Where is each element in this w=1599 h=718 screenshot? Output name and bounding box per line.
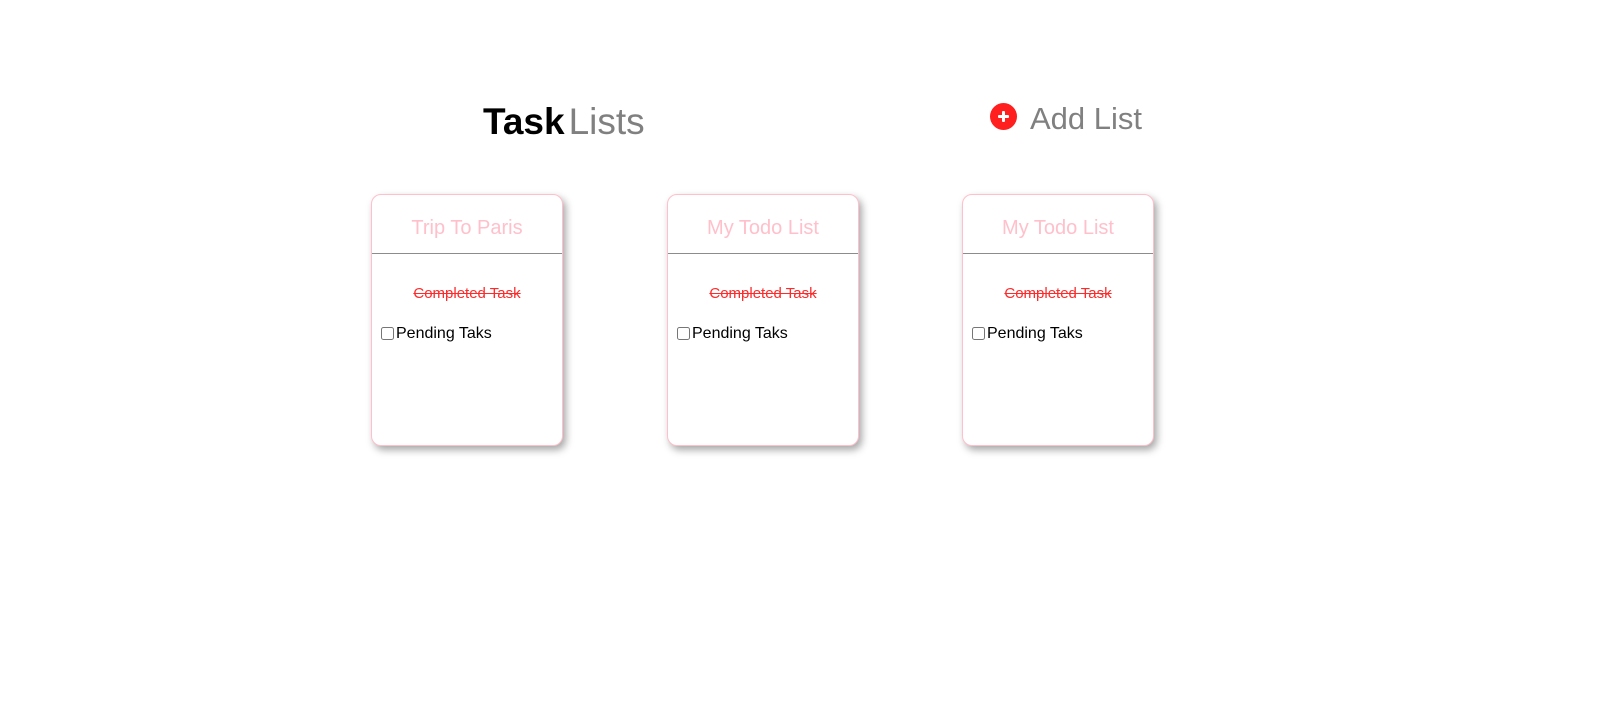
add-list-button[interactable]: Add List: [990, 100, 1142, 138]
pending-task-item[interactable]: Pending Taks: [972, 325, 1153, 343]
pending-task-label[interactable]: Pending Taks: [396, 325, 492, 343]
card-title: My Todo List: [707, 216, 819, 239]
task-list-card: Trip To Paris Completed Task Pending Tak…: [371, 194, 563, 446]
page-title-light: Lists: [568, 101, 645, 142]
page-title: Task Lists: [483, 100, 645, 144]
card-header: My Todo List: [963, 195, 1153, 254]
pending-task-checkbox[interactable]: [972, 326, 985, 340]
page-title-strong: Task: [483, 101, 565, 142]
task-list-card: My Todo List Completed Task Pending Taks: [962, 194, 1154, 446]
pending-task-label[interactable]: Pending Taks: [692, 325, 788, 343]
pending-task-item[interactable]: Pending Taks: [677, 325, 858, 343]
pending-task-checkbox[interactable]: [381, 326, 394, 340]
completed-task[interactable]: Completed Task: [963, 285, 1153, 302]
add-list-label[interactable]: Add List: [1030, 100, 1142, 138]
completed-task[interactable]: Completed Task: [372, 285, 562, 302]
task-list-card: My Todo List Completed Task Pending Taks: [667, 194, 859, 446]
task-lists-page: Task Lists Add List Trip To Paris Complet…: [0, 0, 1599, 718]
completed-task[interactable]: Completed Task: [668, 285, 858, 302]
card-header: Trip To Paris: [372, 195, 562, 254]
card-header: My Todo List: [668, 195, 858, 254]
pending-task-label[interactable]: Pending Taks: [987, 325, 1083, 343]
plus-circle-icon[interactable]: [990, 103, 1017, 130]
pending-task-checkbox[interactable]: [677, 326, 690, 340]
card-title: My Todo List: [1002, 216, 1114, 239]
card-title: Trip To Paris: [411, 216, 523, 239]
pending-task-item[interactable]: Pending Taks: [381, 325, 562, 343]
